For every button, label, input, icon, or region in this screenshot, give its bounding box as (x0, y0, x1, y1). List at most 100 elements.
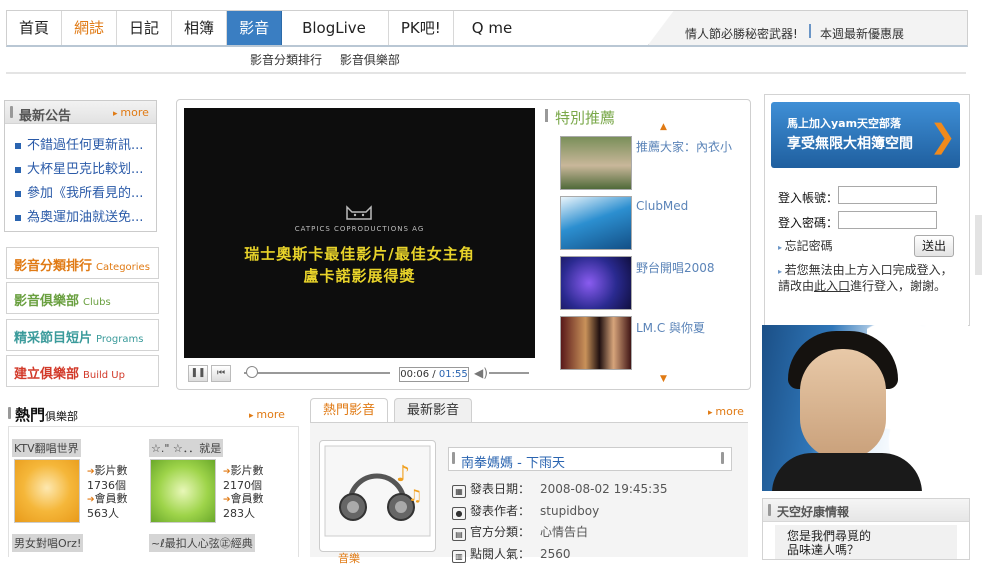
announcements-more-link[interactable]: more (113, 106, 149, 119)
recommend-item-label[interactable]: ClubMed (636, 199, 688, 213)
recommend-thumb[interactable] (560, 196, 632, 250)
nav-tab-qme[interactable]: Q me (454, 11, 530, 45)
promo-divider (809, 24, 811, 38)
tab-hot-media[interactable]: 熱門影音 (310, 398, 389, 422)
volume-icon[interactable]: ◀) (474, 366, 488, 380)
pause-button[interactable]: ❚❚ (188, 365, 208, 382)
password-input[interactable] (838, 211, 937, 229)
video-screen[interactable]: CATPICS COPRODUCTIONS AG 瑞士奧斯卡最佳影片/最佳女主角… (184, 108, 535, 358)
recommend-item-label[interactable]: 野台開唱2008 (636, 259, 715, 276)
announcements-panel: 最新公告 more 不錯過任何更新訊... 大杯星巴克比較划... 參加《我所看… (4, 100, 157, 232)
volume-slider[interactable] (489, 372, 529, 374)
nav-tab-album[interactable]: 相簿 (172, 11, 228, 45)
forgot-password-link[interactable]: 忘記密碼 (778, 237, 833, 254)
ad-graphic (772, 453, 922, 491)
category-ranking-en: Categories (96, 262, 150, 273)
recommend-item-label[interactable]: LM.C 與你夏 (636, 319, 705, 336)
author-row: ● 發表作者： stupidboy (452, 502, 599, 520)
media-title-link[interactable]: 南拳媽媽 - 下雨天 (461, 452, 565, 471)
category-row: ▤ 官方分類： 心情告白 (452, 523, 588, 541)
views-row: ▥ 點閱人氣： 2560 (452, 545, 571, 563)
recommend-thumb[interactable] (560, 316, 632, 370)
nav-tab-video[interactable]: 影音 (227, 11, 283, 45)
announcement-item[interactable]: 大杯星巴克比較划... (15, 158, 145, 177)
seek-handle[interactable] (246, 366, 259, 378)
category-build-en: Build Up (83, 370, 125, 381)
hot-clubs-title: 熱門俱樂部 (15, 406, 79, 424)
scroll-up-icon[interactable]: ▲ (660, 122, 667, 132)
svg-text:♫: ♫ (408, 486, 422, 505)
sub-nav: 影音分類排行 影音俱樂部 (250, 51, 414, 68)
category-clubs-label: 影音俱樂部 (14, 294, 80, 309)
promo-weekly-link[interactable]: 本週最新優惠展 (820, 25, 904, 42)
category-programs-label: 精采節目短片 (14, 331, 93, 346)
alt-login-link[interactable]: 此入口 (814, 279, 850, 293)
subnav-club-link[interactable]: 影音俱樂部 (340, 53, 400, 67)
svg-text:♪: ♪ (396, 462, 410, 487)
ad-graphic (800, 349, 886, 459)
time-display: 00:06 / 01:55 (399, 367, 469, 382)
subnav-ranking-link[interactable]: 影音分類排行 (250, 53, 322, 67)
login-submit-button[interactable]: 送出 (914, 235, 954, 257)
recommend-thumb[interactable] (560, 136, 632, 190)
health-info-title: 天空好康情報 (777, 505, 850, 519)
category-build-label: 建立俱樂部 (14, 367, 80, 382)
recommend-thumb[interactable] (560, 256, 632, 310)
header-marker (768, 504, 771, 516)
time-current: 00:06 (400, 369, 430, 380)
join-banner[interactable]: 馬上加入yam天空部落 享受無限大相簿空間 ❯ (771, 102, 960, 168)
category-programs-button[interactable]: 精采節目短片 Programs (6, 319, 159, 351)
nav-promo-area: 情人節必勝秘密武器! 本週最新優惠展 (648, 11, 967, 45)
video-subtitle-line2: 盧卡諾影展得獎 (303, 267, 416, 285)
user-icon: ● (452, 507, 466, 520)
password-label: 登入密碼： (778, 216, 839, 230)
club-name-link[interactable]: 男女對唱Orz! (12, 534, 84, 552)
announcement-item[interactable]: 為奧運加油就送免... (15, 206, 145, 225)
hot-media-more-link[interactable]: more (708, 405, 744, 418)
header-marker (452, 452, 455, 464)
club-stats: ➔影片數 1736個 ➔會員數 563人 (87, 464, 128, 520)
advertisement-image[interactable] (762, 325, 968, 491)
nav-tab-home[interactable]: 首頁 (7, 11, 63, 45)
production-credit: CATPICS COPRODUCTIONS AG (294, 225, 425, 233)
club-name-link[interactable]: ☆." ☆．．就是 (149, 439, 224, 457)
previous-button[interactable]: ⏮ (211, 365, 231, 382)
club-name-link[interactable]: KTV翻唱世界 (12, 439, 81, 457)
media-thumb[interactable]: ♪ ♫ (319, 440, 436, 552)
category-build-button[interactable]: 建立俱樂部 Build Up (6, 355, 159, 387)
club-stats: ➔影片數 2170個 ➔會員數 283人 (223, 464, 264, 520)
club-thumb[interactable] (14, 459, 80, 523)
seek-bar[interactable] (244, 372, 390, 374)
login-hint-suffix: 進行登入，謝謝。 (850, 279, 947, 293)
hot-media-panel: ♪ ♫ 南拳媽媽 - 下雨天 ▦ 發表日期： 2008-08-02 19:45:35… (310, 422, 748, 565)
club-name-link[interactable]: ~ℓ最扣人心弦㊣經典 (149, 534, 255, 552)
category-programs-en: Programs (96, 334, 144, 345)
category-ranking-button[interactable]: 影音分類排行 Categories (6, 247, 159, 279)
header-marker (10, 106, 13, 118)
nav-tab-pk[interactable]: PK吧! (389, 11, 454, 45)
nav-tab-blog[interactable]: 網誌 (62, 11, 118, 45)
scroll-down-icon[interactable]: ▼ (660, 374, 667, 384)
club-thumb[interactable] (150, 459, 216, 523)
nav-tab-diary[interactable]: 日記 (117, 11, 173, 45)
hot-clubs-more-link[interactable]: more (249, 408, 285, 421)
promo-valentine-link[interactable]: 情人節必勝秘密武器! (685, 25, 798, 42)
page-scrollbar[interactable] (975, 215, 982, 275)
media-title-bar: 南拳媽媽 - 下雨天 (448, 447, 732, 471)
tab-new-media[interactable]: 最新影音 (394, 398, 473, 422)
announcement-item[interactable]: 不錯過任何更新訊... (15, 134, 145, 153)
recommend-item-label[interactable]: 推薦大家：內衣小 (636, 138, 732, 155)
health-info-text: 您是我們尋覓的 品味達人嗎？ (787, 529, 872, 557)
arrow-right-icon: ❯ (929, 117, 956, 155)
join-banner-line1: 馬上加入yam天空部落 (787, 117, 902, 130)
join-banner-line2: 享受無限大相簿空間 (787, 136, 913, 152)
announcement-item[interactable]: 參加《我所看見的... (15, 182, 145, 201)
login-hint: 若您無法由上方入口完成登入， 請改由此入口進行登入，謝謝。 (778, 263, 954, 293)
top-nav-bar: 首頁 網誌 日記 相簿 影音 BlogLive PK吧! Q me 情人節必勝秘… (6, 10, 968, 47)
nav-tab-bloglive[interactable]: BlogLive (282, 11, 389, 45)
login-panel: 馬上加入yam天空部落 享受無限大相簿空間 ❯ 登入帳號： 登入密碼： 忘記密碼… (764, 94, 970, 326)
category-clubs-button[interactable]: 影音俱樂部 Clubs (6, 282, 159, 314)
account-input[interactable] (838, 186, 937, 204)
publish-date-row: ▦ 發表日期： 2008-08-02 19:45:35 (452, 480, 667, 498)
health-info-header: 天空好康情報 (763, 499, 969, 522)
